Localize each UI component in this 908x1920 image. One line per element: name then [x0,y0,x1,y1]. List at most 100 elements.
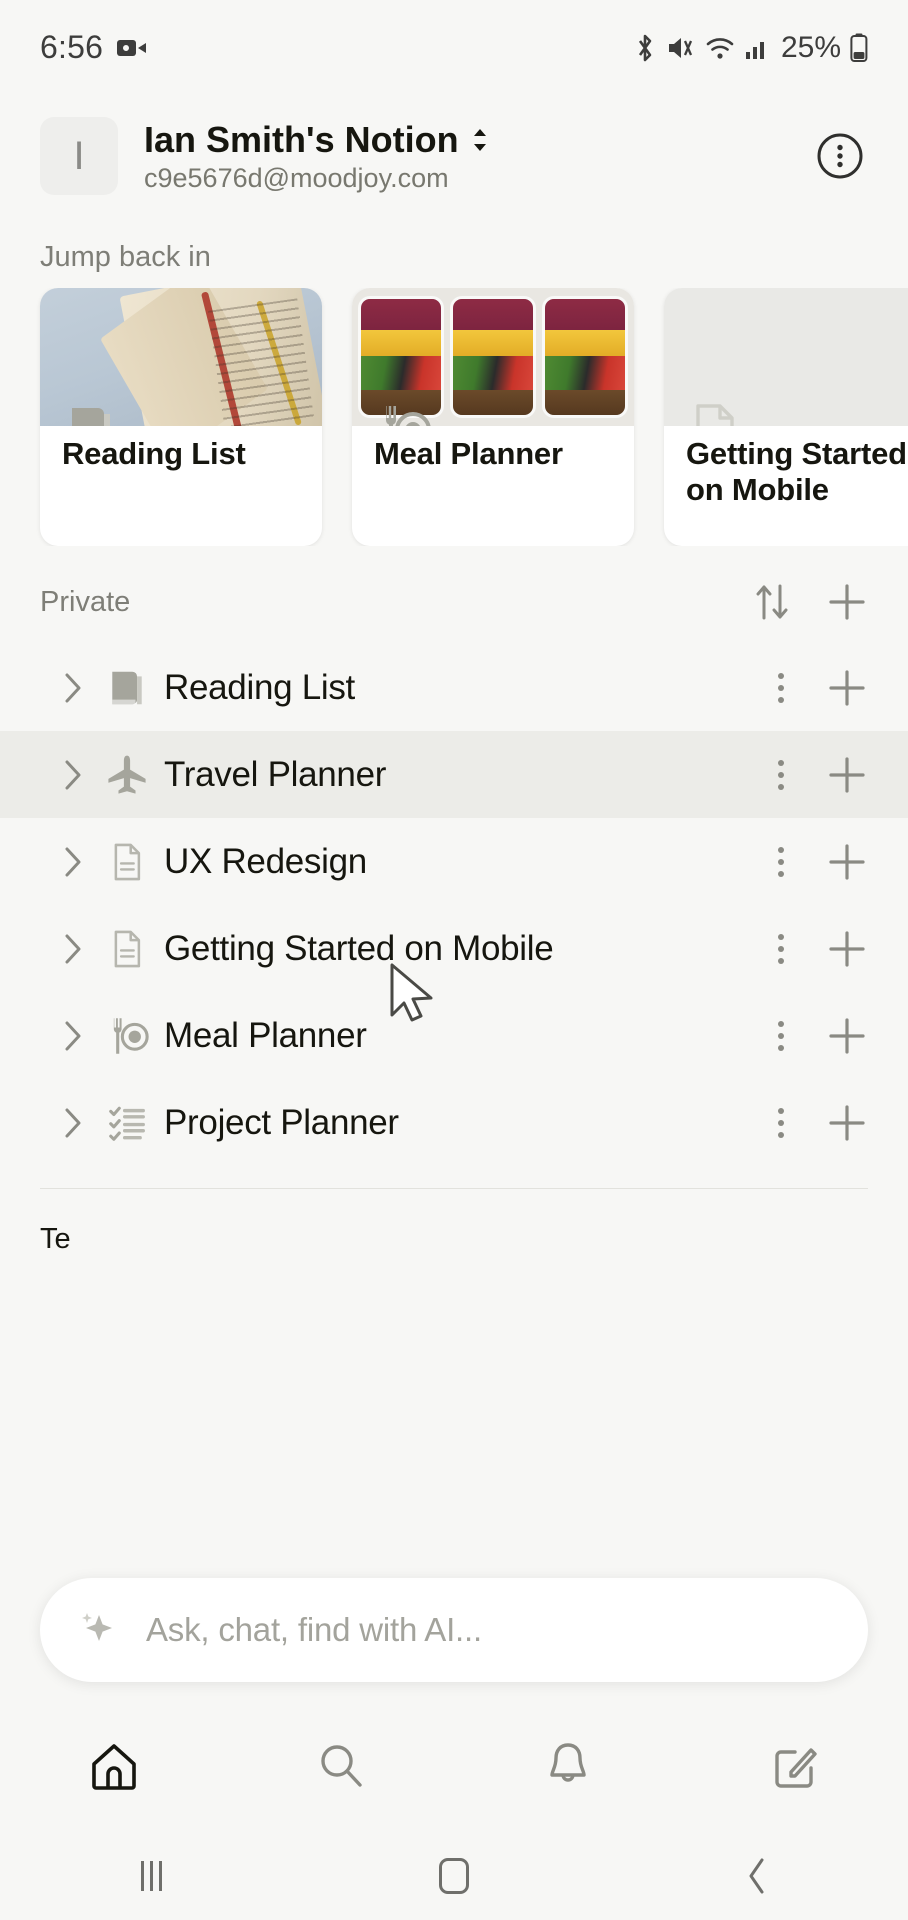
chevron-right-icon[interactable] [50,845,96,879]
card-body: Meal Planner [352,426,634,546]
more-options-icon[interactable] [766,668,796,708]
next-section-label-partial: Te [40,1223,71,1255]
book-icon [60,398,122,426]
more-options-icon[interactable] [766,929,796,969]
private-header-actions [752,580,868,624]
list-item-actions [766,928,868,970]
add-subpage-button[interactable] [826,1015,868,1057]
tab-home[interactable] [0,1738,227,1794]
bottom-tab-bar [0,1700,908,1832]
workspace-header[interactable]: I Ian Smith's Notion c9e5676d@moodjoy.co… [0,95,908,213]
list-item-label: Meal Planner [164,1015,367,1055]
android-navigation-bar [0,1832,908,1920]
sparkle-ai-icon [74,1607,120,1653]
recent-card-getting-started[interactable]: Getting Started on Mobile [664,288,908,546]
card-body: Getting Started on Mobile [664,426,908,546]
wifi-icon [705,35,735,61]
cellular-signal-icon [744,35,770,61]
list-item-actions [766,667,868,709]
airplane-icon [96,751,158,799]
search-icon [313,1738,369,1794]
workspace-switcher[interactable]: Ian Smith's Notion [144,119,491,161]
list-item-reading-list[interactable]: Reading List [0,644,908,731]
list-item-label: Project Planner [164,1102,399,1142]
fork-plate-icon [96,1012,158,1060]
list-item-getting-started-on-mobile[interactable]: Getting Started on Mobile [0,905,908,992]
list-item-project-planner[interactable]: Project Planner [0,1079,908,1166]
list-item-meal-planner[interactable]: Meal Planner [0,992,908,1079]
recents-button[interactable] [0,1861,303,1891]
android-home-icon [439,1858,469,1894]
chevron-up-down-icon [469,125,491,155]
list-item-label: Reading List [164,667,355,707]
more-options-icon[interactable] [766,1103,796,1143]
private-section-header: Private [0,546,908,644]
workspace-title: Ian Smith's Notion [144,118,459,160]
screen-record-icon [117,37,147,59]
bell-icon [540,1738,596,1794]
sort-arrows-icon[interactable] [752,580,792,624]
list-item-actions [766,1102,868,1144]
avatar-initial: I [73,133,85,178]
document-icon [96,926,158,972]
document-icon [684,398,746,426]
mute-icon [666,34,696,62]
more-options-icon[interactable] [766,842,796,882]
more-options-circle-icon[interactable] [812,128,868,184]
workspace-email: c9e5676d@moodjoy.com [144,162,449,193]
ai-search-placeholder: Ask, chat, find with AI... [146,1611,482,1648]
status-bar-left: 6:56 [40,29,147,66]
card-title: Meal Planner [374,436,563,471]
home-icon [86,1738,142,1794]
chevron-right-icon[interactable] [50,932,96,966]
status-bar-right: 25% [633,31,868,65]
home-button[interactable] [303,1858,606,1894]
card-body: Reading List [40,426,322,546]
recents-icon [140,1861,162,1891]
card-cover-book-photo [40,288,322,426]
more-options-icon[interactable] [766,755,796,795]
add-subpage-button[interactable] [826,1102,868,1144]
more-options-icon[interactable] [766,1016,796,1056]
recent-card-meal-planner[interactable]: Meal Planner [352,288,634,546]
add-subpage-button[interactable] [826,841,868,883]
status-bar: 6:56 25% [0,0,908,95]
chevron-right-icon[interactable] [50,671,96,705]
list-item-label: Getting Started on Mobile [164,928,554,968]
notion-mobile-home: 6:56 25% I Ian Smith's Notion c9e5676d@m… [0,0,908,1920]
add-subpage-button[interactable] [826,928,868,970]
checklist-icon [96,1099,158,1147]
back-chevron-icon [743,1856,771,1896]
private-page-list: Reading List Travel Planner UX Redesign … [0,644,908,1166]
add-subpage-button[interactable] [826,754,868,796]
tab-search[interactable] [227,1738,454,1794]
add-private-page-button[interactable] [826,581,868,623]
private-label: Private [40,585,131,618]
avatar[interactable]: I [40,117,118,195]
battery-icon [850,33,868,63]
add-subpage-button[interactable] [826,667,868,709]
jump-back-in-carousel[interactable]: Reading List Meal Planner Getting Starte… [0,288,908,546]
list-item-actions [766,754,868,796]
list-item-actions [766,1015,868,1057]
tab-new-page[interactable] [681,1738,908,1794]
compose-icon [767,1738,823,1794]
ai-search-bar[interactable]: Ask, chat, find with AI... [40,1578,868,1682]
list-item-ux-redesign[interactable]: UX Redesign [0,818,908,905]
card-cover-meal-photo [352,288,634,426]
chevron-right-icon[interactable] [50,1106,96,1140]
tab-inbox[interactable] [454,1738,681,1794]
status-time: 6:56 [40,29,104,65]
workspace-text: Ian Smith's Notion c9e5676d@moodjoy.com [144,119,491,194]
chevron-right-icon[interactable] [50,758,96,792]
recent-card-reading-list[interactable]: Reading List [40,288,322,546]
ai-search-bar-wrapper: Ask, chat, find with AI... [0,1578,908,1682]
card-title: Reading List [62,436,246,471]
document-icon [96,839,158,885]
book-icon [96,664,158,712]
card-title: Getting Started on Mobile [686,436,907,507]
battery-percent-label: 25% [780,30,841,64]
back-button[interactable] [605,1856,908,1896]
list-item-travel-planner[interactable]: Travel Planner [0,731,908,818]
chevron-right-icon[interactable] [50,1019,96,1053]
